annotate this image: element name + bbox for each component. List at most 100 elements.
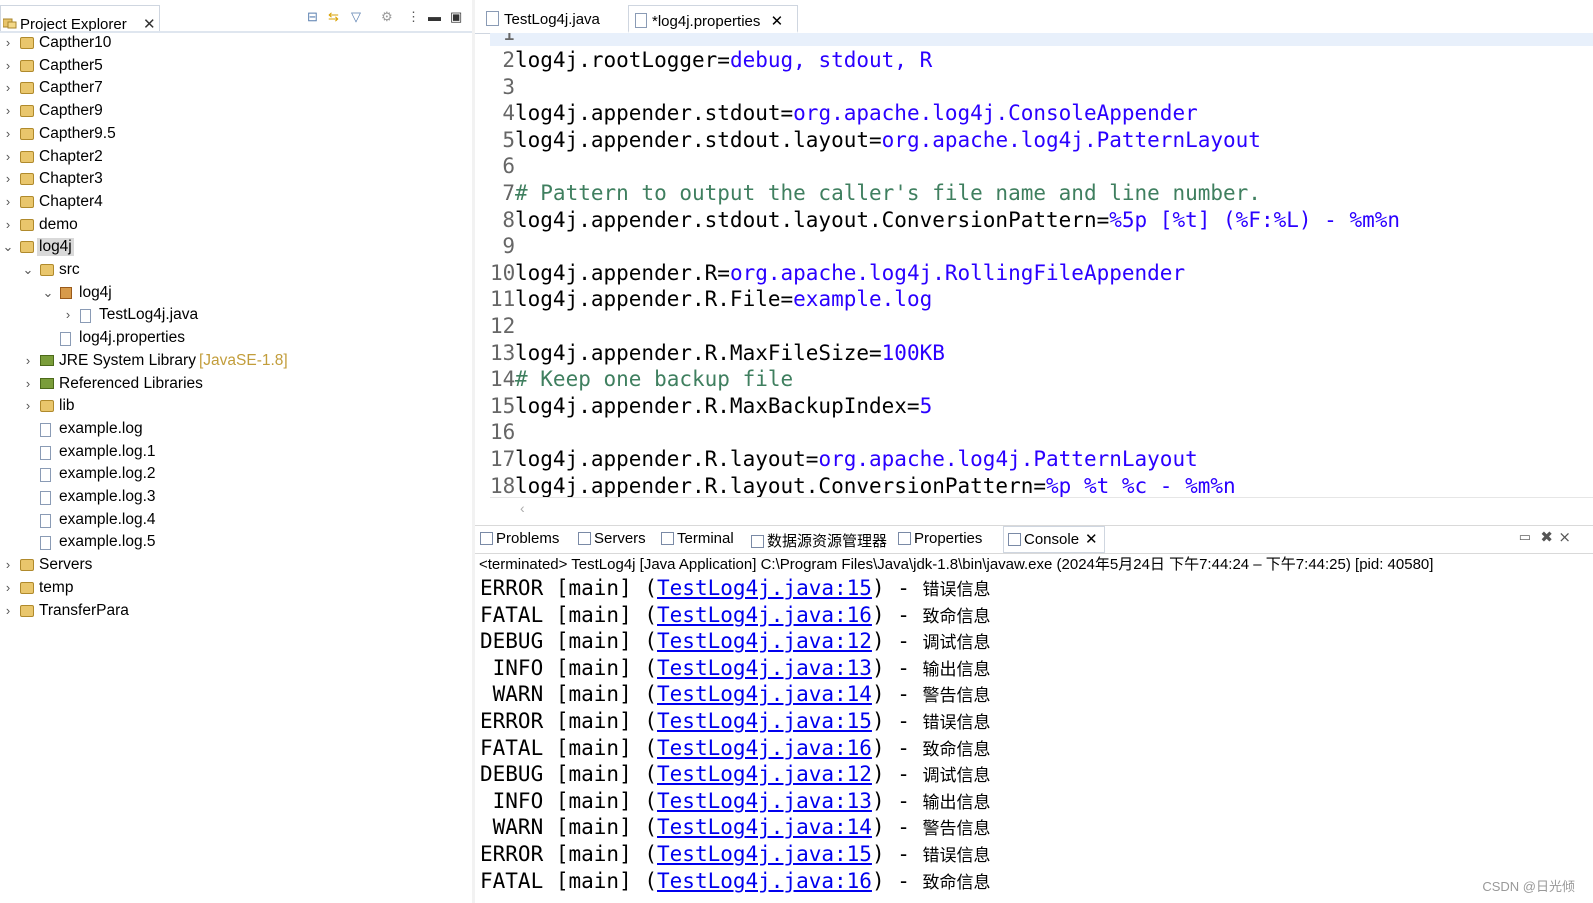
log-thread: [main] ( (543, 735, 658, 760)
terminate-icon[interactable]: ✖ (1540, 528, 1553, 546)
java-file-icon (486, 11, 499, 26)
tab-problems[interactable]: Problems (480, 530, 559, 547)
chevron-right-icon[interactable]: › (62, 307, 74, 322)
source-link[interactable]: TestLog4j.java:15 (657, 842, 872, 866)
property-value: example.log (793, 287, 933, 312)
maximize-icon[interactable]: ▣ (450, 9, 462, 25)
filter-icon[interactable]: ▽ (351, 9, 361, 25)
log-separator: ) - (871, 682, 923, 707)
tab-properties[interactable]: Properties (898, 530, 982, 547)
properties-icon (898, 532, 911, 545)
tab-testlog4j-java[interactable]: TestLog4j.java (478, 5, 628, 33)
chevron-right-icon[interactable]: › (22, 376, 34, 391)
source-link[interactable]: TestLog4j.java:15 (657, 709, 872, 733)
chevron-down-icon[interactable]: ⌄ (22, 262, 34, 278)
line-number: 1 (502, 33, 515, 45)
source-link[interactable]: TestLog4j.java:15 (657, 576, 872, 600)
tab-servers[interactable]: Servers (578, 530, 646, 547)
log-message: 警告信息 (922, 819, 991, 840)
chevron-right-icon[interactable]: › (2, 557, 14, 572)
source-folder-icon (40, 264, 54, 276)
minimize-icon[interactable]: ▭ (1519, 529, 1531, 545)
chevron-right-icon[interactable]: › (22, 398, 34, 413)
log-thread: [main] ( (543, 629, 658, 654)
chevron-right-icon[interactable]: › (2, 149, 14, 164)
console-line: ERROR [main] (TestLog4j.java:15) - 错误信息 (480, 841, 991, 868)
source-link[interactable]: TestLog4j.java:13 (657, 789, 872, 813)
property-value: org.apache.log4j.RollingFileAppender (729, 260, 1186, 285)
tree-item-label: log4j.properties (79, 329, 185, 347)
property-key: log4j.appender.R.MaxFileSize= (515, 340, 882, 365)
panel-splitter[interactable] (472, 0, 475, 903)
project-explorer-tab[interactable]: Project Explorer ✕ (0, 5, 160, 33)
file-icon (40, 422, 51, 437)
tab-datasource[interactable]: 数据源资源管理器 (751, 530, 887, 551)
log-level: FATAL (480, 868, 544, 893)
chevron-right-icon[interactable]: › (2, 194, 14, 209)
chevron-right-icon[interactable]: › (22, 353, 34, 368)
chevron-right-icon[interactable]: › (2, 126, 14, 141)
tree-item-label: src (59, 261, 80, 278)
chevron-right-icon[interactable]: › (2, 580, 14, 595)
tree-item-label: Capther7 (39, 79, 103, 97)
log-message: 警告信息 (922, 686, 991, 707)
chevron-right-icon[interactable]: › (2, 171, 14, 186)
close-icon[interactable]: ✕ (1085, 531, 1098, 548)
view-menu-icon[interactable]: ⋮ (407, 9, 420, 25)
line-number: 18 (490, 473, 516, 497)
chevron-right-icon[interactable]: › (2, 217, 14, 232)
log-thread: [main] ( (543, 576, 658, 600)
chevron-down-icon[interactable]: ⌄ (42, 285, 54, 301)
property-key: log4j.appender.R.layout= (515, 447, 819, 471)
watermark: CSDN @日光倾 (1482, 879, 1575, 894)
tab-console[interactable]: Console ✕ (1003, 526, 1105, 553)
chevron-right-icon[interactable]: › (2, 603, 14, 618)
project-folder-icon (20, 241, 34, 254)
source-link[interactable]: TestLog4j.java:16 (657, 603, 872, 627)
property-value: 100KB (881, 340, 945, 365)
tree-item-label: JRE System Library (59, 351, 196, 369)
chevron-right-icon[interactable]: › (2, 80, 14, 95)
chevron-right-icon[interactable]: › (2, 35, 14, 50)
source-link[interactable]: TestLog4j.java:16 (657, 736, 872, 760)
source-link[interactable]: TestLog4j.java:14 (657, 682, 872, 706)
file-icon (60, 332, 71, 347)
close-icon[interactable]: ✕ (771, 13, 784, 30)
console-output[interactable]: ERROR [main] (TestLog4j.java:15) - 错误信息 F… (478, 575, 1593, 903)
tree-item-label: TestLog4j.java (99, 306, 199, 324)
tree-item-label: lib (59, 397, 75, 415)
tab-log4j-properties[interactable]: *log4j.properties ✕ (628, 5, 798, 33)
line-number: 4 (502, 101, 515, 126)
log-separator: ) - (871, 709, 923, 733)
minimize-icon[interactable]: ▬ (428, 9, 441, 24)
log-thread: [main] ( (543, 602, 658, 627)
tree-item-label: Servers (39, 556, 93, 574)
focus-icon[interactable]: ⚙ (381, 9, 393, 25)
source-link[interactable]: TestLog4j.java:14 (657, 815, 872, 839)
remove-launches-icon[interactable]: ⨯ (1558, 528, 1571, 546)
source-link[interactable]: TestLog4j.java:12 (657, 762, 872, 786)
link-with-editor-icon[interactable]: ⇆ (328, 9, 339, 25)
tree-item-label: Chapter2 (39, 147, 103, 165)
log-thread: [main] ( (543, 655, 658, 680)
project-folder-icon (20, 105, 34, 118)
tab-terminal[interactable]: Terminal (661, 530, 734, 547)
tree-item-label: Chapter4 (39, 192, 103, 210)
chevron-right-icon[interactable]: › (2, 58, 14, 73)
line-number: 5 (502, 127, 515, 152)
chevron-down-icon[interactable]: ⌄ (2, 239, 14, 255)
library-icon (40, 354, 54, 366)
horizontal-scrollbar[interactable]: ‹ (490, 497, 1593, 520)
property-value: %5p [%t] (%F:%L) - %m%n (1109, 207, 1401, 232)
project-folder-icon (20, 173, 34, 186)
console-line: INFO [main] (TestLog4j.java:13) - 输出信息 (480, 788, 991, 815)
properties-editor[interactable]: 1 2log4j.rootLogger=debug, stdout, R 3 4log… (490, 33, 1593, 497)
scroll-left-icon[interactable]: ‹ (520, 500, 525, 516)
panel-header-divider (0, 31, 472, 33)
source-link[interactable]: TestLog4j.java:12 (657, 629, 872, 653)
source-link[interactable]: TestLog4j.java:16 (657, 869, 872, 893)
log-level: WARN (480, 682, 544, 707)
source-link[interactable]: TestLog4j.java:13 (657, 656, 872, 680)
chevron-right-icon[interactable]: › (2, 103, 14, 118)
collapse-all-icon[interactable]: ⊟ (307, 9, 318, 25)
